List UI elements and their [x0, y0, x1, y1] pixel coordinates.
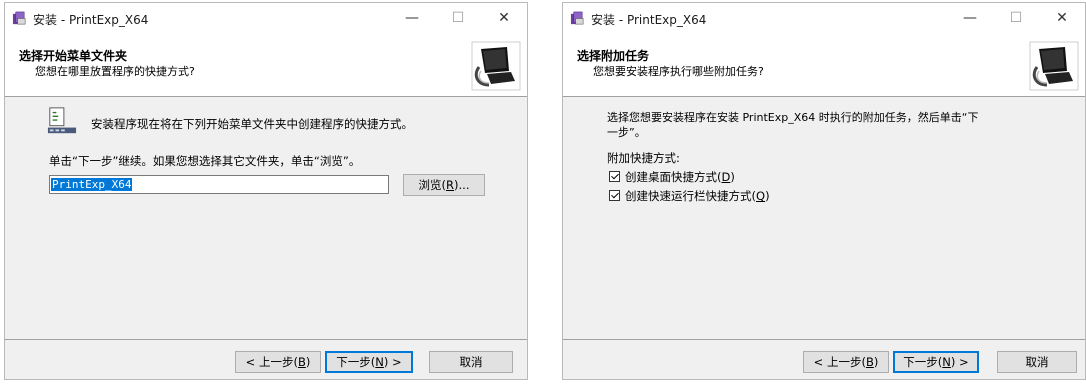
installer-app-icon: [570, 11, 584, 25]
task1-label-suffix: ): [730, 170, 735, 184]
start-menu-folder-icon: [47, 107, 77, 134]
installer-app-icon: [12, 11, 26, 25]
next-button[interactable]: 下一步(N) >: [893, 351, 979, 373]
next-label-suffix: ) >: [950, 355, 969, 369]
back-label-suffix: ): [305, 355, 311, 369]
maximize-button[interactable]: ☐: [993, 3, 1039, 33]
page-title: 选择附加任务: [577, 49, 650, 63]
back-accelerator: B: [297, 355, 306, 369]
wizard-header: 选择附加任务 您想要安装程序执行哪些附加任务?: [563, 33, 1085, 97]
setup-window-start-menu: 安装 - PrintExp_X64 — ☐ ✕ 选择开始菜单文件夹 您想在哪里放…: [4, 2, 528, 380]
intro-text: 安装程序现在将在下列开始菜单文件夹中创建程序的快捷方式。: [91, 117, 413, 131]
wizard-header: 选择开始菜单文件夹 您想在哪里放置程序的快捷方式?: [5, 33, 527, 97]
next-label-suffix: ) >: [383, 355, 402, 369]
page-subtitle: 您想在哪里放置程序的快捷方式?: [35, 65, 195, 78]
title-bar[interactable]: 安装 - PrintExp_X64 — ☐ ✕: [563, 3, 1085, 33]
computer-install-logo: [471, 41, 521, 91]
next-accelerator: N: [942, 355, 951, 369]
desktop-shortcut-checkbox[interactable]: 创建桌面快捷方式(D): [609, 169, 735, 185]
window-title: 安装 - PrintExp_X64: [591, 13, 707, 27]
page-title: 选择开始菜单文件夹: [19, 49, 128, 63]
browse-label-suffix: )...: [454, 178, 470, 192]
browse-label-prefix: 浏览(: [418, 178, 447, 192]
title-bar[interactable]: 安装 - PrintExp_X64 — ☐ ✕: [5, 3, 527, 33]
close-button[interactable]: ✕: [481, 3, 527, 33]
back-label-prefix: < 上一步(: [245, 355, 298, 369]
folder-input-value: PrintExp_X64: [51, 178, 133, 191]
checkbox-checked-icon: [609, 171, 620, 182]
browse-accelerator: R: [446, 178, 455, 192]
window-title: 安装 - PrintExp_X64: [33, 13, 149, 27]
back-button[interactable]: < 上一步(B): [803, 351, 889, 373]
next-accelerator: N: [375, 355, 384, 369]
page-subtitle: 您想要安装程序执行哪些附加任务?: [593, 65, 764, 78]
back-accelerator: B: [865, 355, 874, 369]
browse-button[interactable]: 浏览(R)...: [403, 174, 485, 196]
next-label-prefix: 下一步(: [903, 355, 943, 369]
maximize-button[interactable]: ☐: [435, 3, 481, 33]
next-button[interactable]: 下一步(N) >: [325, 351, 413, 373]
footer-divider: [563, 339, 1085, 340]
task2-label-suffix: ): [765, 189, 770, 203]
instruction-text: 单击“下一步”继续。如果您想选择其它文件夹，单击“浏览”。: [49, 154, 361, 168]
minimize-button[interactable]: —: [947, 3, 993, 33]
back-label-prefix: < 上一步(: [813, 355, 866, 369]
setup-window-additional-tasks: 安装 - PrintExp_X64 — ☐ ✕ 选择附加任务 您想要安装程序执行…: [562, 2, 1086, 380]
back-button[interactable]: < 上一步(B): [235, 351, 321, 373]
computer-install-logo: [1029, 41, 1079, 91]
checkbox-checked-icon: [609, 190, 620, 201]
cancel-button[interactable]: 取消: [997, 351, 1077, 373]
intro-text-line1: 选择您想要安装程序在安装 PrintExp_X64 时执行的附加任务，然后单击“…: [607, 111, 979, 124]
cancel-button[interactable]: 取消: [429, 351, 513, 373]
start-menu-folder-input[interactable]: PrintExp_X64: [49, 175, 389, 194]
shortcut-group-label: 附加快捷方式:: [607, 151, 680, 165]
minimize-button[interactable]: —: [389, 3, 435, 33]
footer-divider: [5, 339, 527, 340]
intro-text-line2: 一步”。: [607, 126, 646, 139]
close-button[interactable]: ✕: [1039, 3, 1085, 33]
task2-label-prefix: 创建快速运行栏快捷方式(: [625, 189, 756, 203]
task1-label-prefix: 创建桌面快捷方式(: [625, 170, 722, 184]
next-label-prefix: 下一步(: [336, 355, 376, 369]
task2-accelerator: Q: [756, 189, 766, 203]
back-label-suffix: ): [873, 355, 879, 369]
quick-launch-shortcut-checkbox[interactable]: 创建快速运行栏快捷方式(Q): [609, 188, 770, 204]
